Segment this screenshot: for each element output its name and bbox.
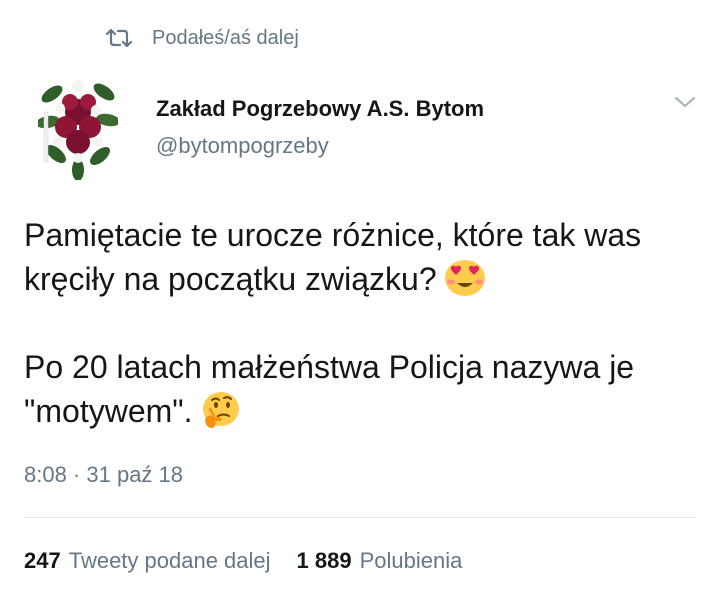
tweet-text: Pamiętacie te urocze różnice, które tak … [24, 213, 704, 433]
divider [24, 517, 696, 518]
retweet-context: Podałeś/aś dalej [106, 24, 299, 52]
thinking-face-emoji [202, 392, 239, 428]
funeral-wreath-avatar [38, 80, 118, 180]
retweets-label: Tweety podane dalej [68, 548, 271, 573]
smiling-face-heart-eyes-emoji [444, 260, 485, 296]
likes-label: Polubienia [359, 548, 463, 573]
tweet-paragraph-1: Pamiętacie te urocze różnice, które tak … [24, 217, 642, 297]
likes-stat[interactable]: 1 889 Polubienia [297, 548, 463, 574]
tweet-paragraph: Pamiętacie te urocze różnice, które tak … [24, 213, 704, 301]
retweet-context-label: Podałeś/aś dalej [152, 26, 299, 49]
tweet-paragraph: Po 20 latach małżeństwa Policja nazywa j… [24, 345, 704, 433]
tweet-paragraph-2: Po 20 latach małżeństwa Policja nazywa j… [24, 349, 635, 429]
likes-count: 1 889 [296, 548, 352, 573]
author-name[interactable]: Zakład Pogrzebowy A.S. Bytom [156, 96, 484, 122]
retweets-stat[interactable]: 247 Tweety podane dalej [24, 548, 271, 574]
avatar[interactable] [38, 72, 118, 180]
author-handle[interactable]: @bytompogrzeby [156, 133, 329, 159]
chevron-down-icon[interactable] [672, 92, 698, 112]
retweets-count: 247 [24, 548, 61, 573]
tweet-timestamp: 8:08 · 31 paź 18 [24, 462, 184, 487]
tweet-stats: 247 Tweety podane dalej 1 889 Polubienia [24, 548, 462, 574]
retweet-icon [106, 28, 132, 48]
